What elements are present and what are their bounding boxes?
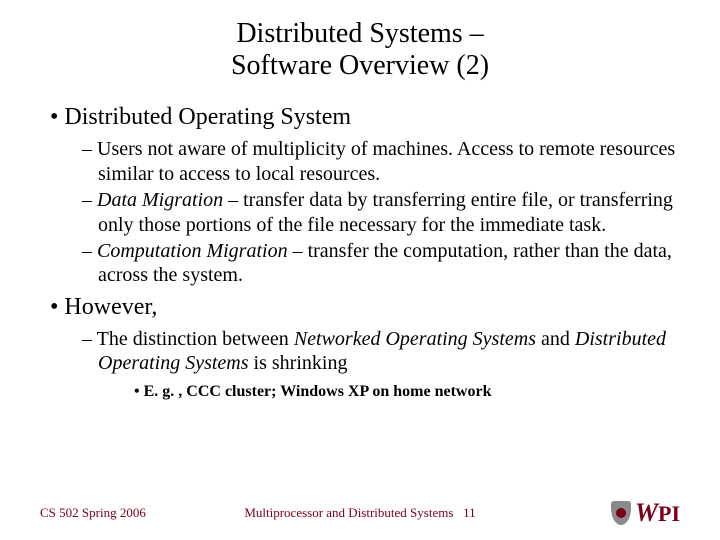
bullet-1-sub-2: Data Migration – transfer data by transf… xyxy=(82,188,680,237)
b2s1-a: The distinction between xyxy=(97,328,294,350)
footer-center-text: Multiprocessor and Distributed Systems xyxy=(244,505,453,520)
bullet-1-sub-3-em: Computation Migration xyxy=(97,240,288,262)
title-line-2: Software Overview (2) xyxy=(231,50,489,81)
b2s1-em1: Networked Operating Systems xyxy=(294,328,536,350)
logo-text: WPI xyxy=(635,500,680,526)
bullet-2-sub-1: The distinction between Networked Operat… xyxy=(82,327,680,401)
b2s1-mid: and xyxy=(536,328,575,350)
footer-page-number: 11 xyxy=(463,505,476,520)
shield-icon xyxy=(611,501,631,525)
footer-logo: WPI xyxy=(611,500,680,526)
title-line-1: Distributed Systems – xyxy=(236,18,483,49)
b2ss1-text: E. g. , CCC cluster; Windows XP on home … xyxy=(144,383,492,400)
bullet-2-text: However, xyxy=(64,294,157,320)
footer-center: Multiprocessor and Distributed Systems 1… xyxy=(244,505,475,521)
bullet-1-sub-3: Computation Migration – transfer the com… xyxy=(82,239,680,288)
bullet-2-sub: The distinction between Networked Operat… xyxy=(50,327,680,401)
bullet-2: However, The distinction between Network… xyxy=(50,294,680,401)
bullet-1-sub-1-text: Users not aware of multiplicity of machi… xyxy=(97,138,675,184)
footer-course: CS 502 Spring 2006 xyxy=(40,505,146,521)
bullet-2-subsub-1: E. g. , CCC cluster; Windows XP on home … xyxy=(134,382,680,402)
bullet-1: Distributed Operating System Users not a… xyxy=(50,104,680,287)
bullet-2-subsub: E. g. , CCC cluster; Windows XP on home … xyxy=(98,382,680,402)
slide-title: Distributed Systems – Software Overview … xyxy=(40,18,680,82)
b2s1-rest: is shrinking xyxy=(249,352,348,374)
bullet-1-text: Distributed Operating System xyxy=(64,104,351,130)
bullet-list: Distributed Operating System Users not a… xyxy=(40,104,680,401)
footer: CS 502 Spring 2006 Multiprocessor and Di… xyxy=(0,498,720,528)
bullet-1-sub: Users not aware of multiplicity of machi… xyxy=(50,137,680,287)
slide-body: Distributed Systems – Software Overview … xyxy=(0,0,720,401)
bullet-1-sub-1: Users not aware of multiplicity of machi… xyxy=(82,137,680,186)
bullet-1-sub-2-em: Data Migration xyxy=(97,189,223,211)
